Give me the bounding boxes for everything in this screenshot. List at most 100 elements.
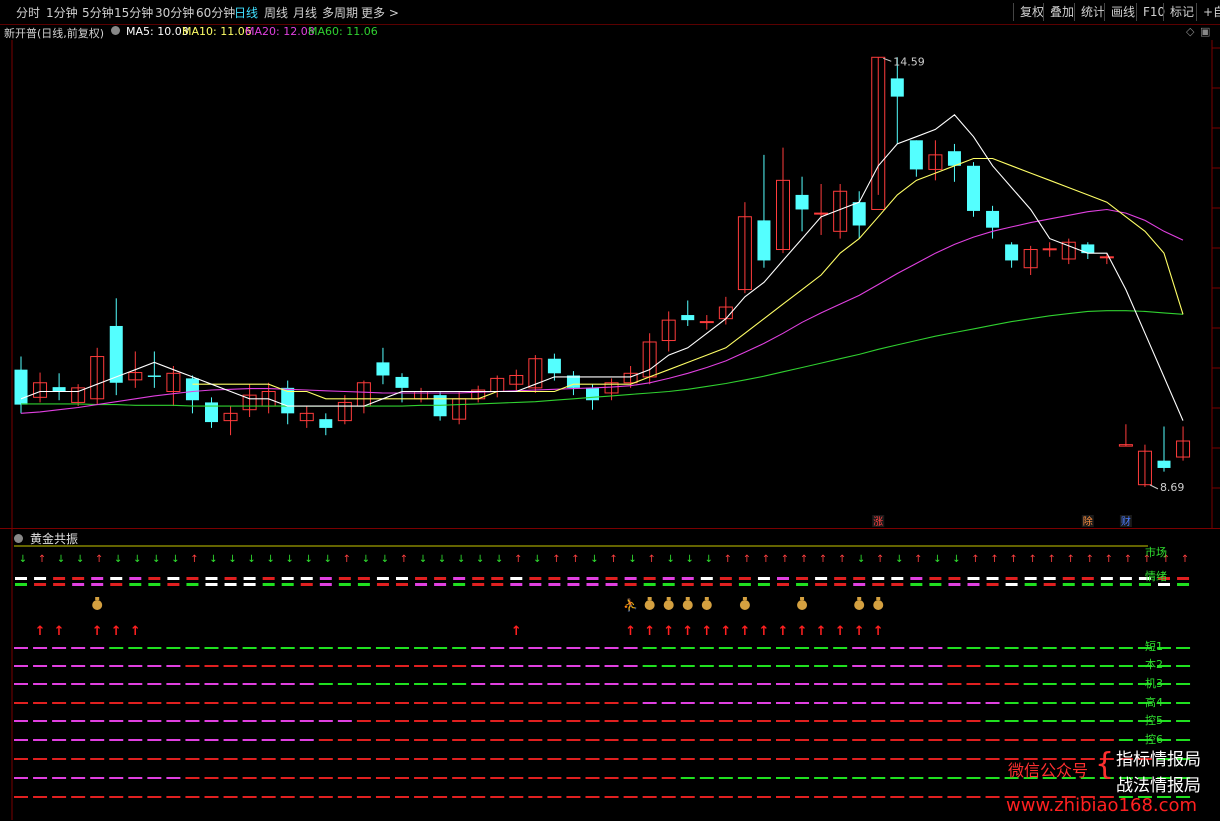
- signal-dash: [1061, 702, 1076, 704]
- signal-dash: [14, 720, 28, 722]
- signal-dash: [928, 758, 943, 760]
- signal-dash: [395, 796, 409, 798]
- signal-dash: [109, 796, 124, 798]
- money-bag-knot: [857, 597, 862, 600]
- signal-dash: [204, 739, 219, 741]
- market-arrow: ↓: [667, 554, 675, 565]
- signal-dash: [1005, 583, 1018, 586]
- signal-dash: [853, 577, 866, 580]
- signal-dash: [985, 683, 1000, 685]
- signal-dash: [909, 758, 924, 760]
- signal-dash: [566, 796, 581, 798]
- signal-dash: [186, 577, 199, 580]
- candle-body-down: [52, 387, 66, 392]
- market-arrow: ↑: [762, 554, 770, 565]
- signal-dash: [814, 647, 829, 649]
- signal-dash: [547, 702, 562, 704]
- signal-dash: [71, 665, 86, 667]
- signal-dash: [433, 720, 448, 722]
- signal-dash: [795, 739, 810, 741]
- market-arrow: ↓: [57, 554, 65, 565]
- signal-dash: [1004, 683, 1019, 685]
- signal-dash: [223, 758, 238, 760]
- signal-dash: [661, 683, 676, 685]
- money-bag-icon: [682, 600, 693, 610]
- signal-dash: [509, 665, 524, 667]
- signal-dash: [147, 702, 162, 704]
- signal-dash: [871, 702, 886, 704]
- market-arrow: ↓: [305, 554, 313, 565]
- signal-dash: [223, 720, 238, 722]
- signal-dash: [1176, 647, 1191, 649]
- signal-dash: [699, 796, 714, 798]
- signal-dash: [756, 665, 771, 667]
- signal-dash: [776, 665, 790, 667]
- buy-arrow-icon: ↑: [625, 624, 636, 639]
- signal-dash: [148, 583, 161, 586]
- signal-dash: [833, 777, 848, 779]
- signal-dash: [528, 777, 543, 779]
- signal-dash: [281, 583, 294, 586]
- signal-dash: [318, 665, 333, 667]
- signal-dash: [910, 577, 923, 580]
- signal-dash: [472, 583, 485, 586]
- person-icon: ⛹: [623, 597, 638, 612]
- market-arrow: ↑: [1067, 554, 1075, 565]
- signal-dash: [205, 583, 218, 586]
- market-arrow: ↑: [343, 554, 351, 565]
- signal-dash: [680, 777, 695, 779]
- market-arrow: ↑: [876, 554, 884, 565]
- signal-dash: [147, 739, 162, 741]
- signal-dash: [985, 777, 1000, 779]
- signal-dash: [185, 777, 200, 779]
- signal-dash: [737, 647, 752, 649]
- signal-dash: [910, 583, 923, 586]
- buy-arrow-icon: ↑: [130, 624, 141, 639]
- signal-dash: [547, 665, 562, 667]
- candle-body-down: [586, 387, 599, 401]
- signal-dash: [566, 647, 581, 649]
- candle-body-down: [890, 78, 904, 97]
- signal-dash: [90, 758, 105, 760]
- signal-dash: [947, 720, 962, 722]
- market-arrow: ↑: [724, 554, 732, 565]
- signal-dash: [566, 683, 581, 685]
- signal-dash: [528, 739, 543, 741]
- market-arrow: ↑: [838, 554, 846, 565]
- signal-dash: [52, 739, 67, 741]
- signal-dash: [71, 683, 86, 685]
- signal-dash: [280, 720, 295, 722]
- signal-dash: [299, 739, 314, 741]
- buy-arrow-icon: ↑: [797, 624, 808, 639]
- collapse-circle-icon[interactable]: [14, 531, 23, 545]
- signal-dash: [356, 777, 371, 779]
- signal-dash: [71, 796, 86, 798]
- signal-dash: [375, 796, 390, 798]
- signal-dash: [396, 577, 408, 580]
- signal-dash: [662, 583, 675, 586]
- signal-dash: [91, 577, 104, 580]
- signal-dash: [318, 758, 333, 760]
- signal-dash: [166, 758, 181, 760]
- signal-dash: [586, 577, 599, 580]
- signal-dash: [814, 739, 829, 741]
- signal-dash: [128, 702, 143, 704]
- signal-dash: [528, 683, 543, 685]
- signal-dash: [604, 796, 619, 798]
- signal-dash: [471, 647, 486, 649]
- signal-dash: [186, 583, 199, 586]
- signal-dash: [528, 796, 543, 798]
- signal-dash: [375, 683, 390, 685]
- signal-dash: [1004, 647, 1019, 649]
- candle-body-down: [681, 315, 695, 321]
- signal-dash: [776, 777, 790, 779]
- signal-dash: [585, 796, 600, 798]
- signal-dash: [166, 702, 181, 704]
- signal-dash: [566, 702, 581, 704]
- market-arrow: ↑: [571, 554, 579, 565]
- signal-dash: [356, 683, 371, 685]
- candle-body-down: [395, 376, 409, 388]
- signal-dash: [356, 739, 371, 741]
- buy-arrow-icon: ↑: [758, 624, 769, 639]
- signal-dash: [795, 683, 810, 685]
